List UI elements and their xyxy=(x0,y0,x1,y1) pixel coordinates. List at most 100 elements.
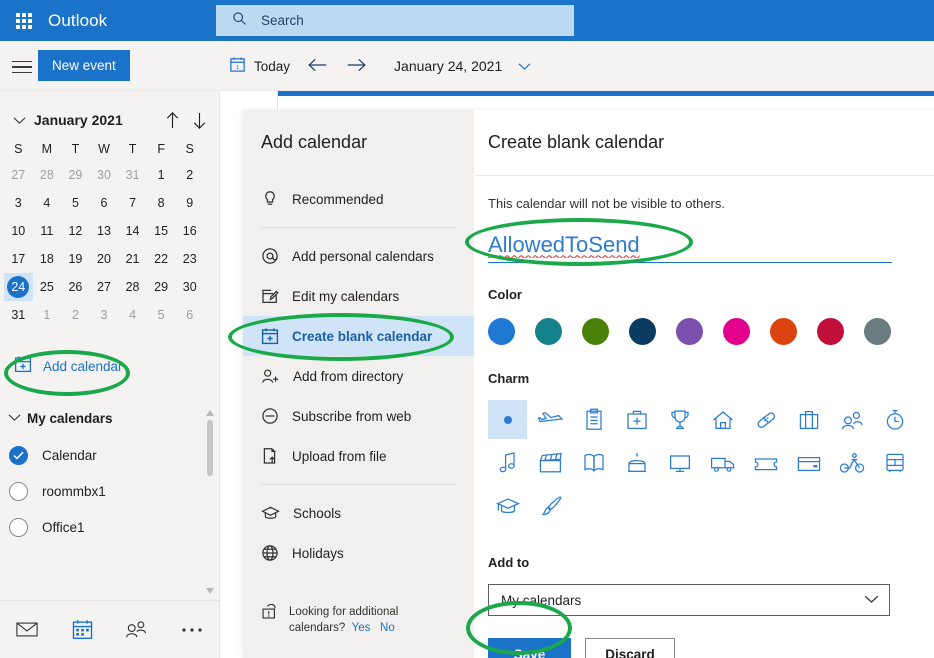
charm-option-briefcase[interactable] xyxy=(789,400,828,439)
hamburger-icon[interactable] xyxy=(6,57,38,77)
datepicker-day[interactable]: 13 xyxy=(90,217,119,245)
today-button[interactable]: 1 Today xyxy=(220,49,299,83)
datepicker-day[interactable]: 6 xyxy=(90,189,119,217)
feedback-yes-link[interactable]: Yes xyxy=(352,622,371,634)
datepicker-day[interactable]: 21 xyxy=(118,245,147,273)
add-to-dropdown[interactable]: My calendars xyxy=(488,584,890,616)
panel-nav-item-upload-from-file[interactable]: Upload from file xyxy=(243,436,474,476)
datepicker-day[interactable]: 7 xyxy=(118,189,147,217)
scrollbar-thumb[interactable] xyxy=(207,420,213,476)
charm-option-music-note[interactable] xyxy=(488,443,527,482)
charm-option-clapperboard[interactable] xyxy=(531,443,570,482)
charm-option-credit-card[interactable] xyxy=(789,443,828,482)
datepicker-day[interactable]: 11 xyxy=(33,217,62,245)
datepicker-day[interactable]: 14 xyxy=(118,217,147,245)
datepicker-day[interactable]: 5 xyxy=(147,301,176,329)
charm-option-cake[interactable] xyxy=(617,443,656,482)
charm-option-airplane[interactable] xyxy=(531,400,570,439)
color-swatch-purple[interactable] xyxy=(676,318,703,345)
datepicker-day-selected[interactable]: 24 xyxy=(4,273,33,301)
scroll-down-arrow-icon[interactable] xyxy=(205,582,215,594)
datepicker-day[interactable]: 15 xyxy=(147,217,176,245)
datepicker-day[interactable]: 18 xyxy=(33,245,62,273)
calendar-list-item[interactable]: roommbx1 xyxy=(0,473,219,509)
datepicker-day[interactable]: 25 xyxy=(33,273,62,301)
calendar-list-item[interactable]: Office1 xyxy=(0,509,219,545)
datepicker-day[interactable]: 28 xyxy=(33,161,62,189)
datepicker-day[interactable]: 29 xyxy=(61,161,90,189)
datepicker-day[interactable]: 20 xyxy=(90,245,119,273)
datepicker-day[interactable]: 17 xyxy=(4,245,33,273)
charm-option-ticket[interactable] xyxy=(746,443,785,482)
datepicker-day[interactable]: 6 xyxy=(175,301,204,329)
datepicker-day[interactable]: 27 xyxy=(4,161,33,189)
arrow-down-icon[interactable] xyxy=(192,111,207,130)
checkbox-unchecked-icon[interactable] xyxy=(9,481,28,501)
charm-option-bus[interactable] xyxy=(875,443,914,482)
datepicker-day[interactable]: 16 xyxy=(175,217,204,245)
charm-option-first-aid-kit[interactable] xyxy=(617,400,656,439)
charm-option-bicycle[interactable] xyxy=(832,443,871,482)
next-period-button[interactable] xyxy=(337,49,375,83)
new-event-button[interactable]: New event xyxy=(38,50,130,81)
datepicker-day[interactable]: 30 xyxy=(175,273,204,301)
charm-option-book[interactable] xyxy=(574,443,613,482)
add-calendar-sidebar-link[interactable]: Add calendar xyxy=(14,351,219,381)
datepicker-day[interactable]: 22 xyxy=(147,245,176,273)
charm-option-people[interactable] xyxy=(832,400,871,439)
arrow-up-icon[interactable] xyxy=(165,111,180,130)
panel-nav-item-edit-my-calendars[interactable]: Edit my calendars xyxy=(243,276,474,316)
datepicker-day[interactable]: 29 xyxy=(147,273,176,301)
panel-nav-item-schools[interactable]: Schools xyxy=(243,493,474,533)
charm-option-home[interactable] xyxy=(703,400,742,439)
save-button[interactable]: Save xyxy=(488,638,571,658)
calendar-list-item[interactable]: Calendar xyxy=(0,437,219,473)
checkbox-checked-icon[interactable] xyxy=(9,445,28,465)
panel-nav-item-recommended[interactable]: Recommended xyxy=(243,179,474,219)
previous-period-button[interactable] xyxy=(299,49,337,83)
charm-option-clipboard[interactable] xyxy=(574,400,613,439)
charm-option-dot[interactable] xyxy=(488,400,527,439)
panel-nav-item-holidays[interactable]: Holidays xyxy=(243,533,474,573)
charm-option-graduation-cap[interactable] xyxy=(488,486,527,525)
datepicker-day[interactable]: 4 xyxy=(118,301,147,329)
calendar-name-input[interactable] xyxy=(488,229,892,263)
color-swatch-gray[interactable] xyxy=(864,318,891,345)
app-launcher-button[interactable] xyxy=(0,0,48,41)
calendar-icon[interactable] xyxy=(55,601,110,658)
datepicker-day[interactable]: 27 xyxy=(90,273,119,301)
charm-option-monitor[interactable] xyxy=(660,443,699,482)
datepicker-day[interactable]: 2 xyxy=(61,301,90,329)
datepicker-day[interactable]: 1 xyxy=(33,301,62,329)
charm-option-timer[interactable] xyxy=(875,400,914,439)
datepicker-day[interactable]: 23 xyxy=(175,245,204,273)
color-swatch-crimson[interactable] xyxy=(817,318,844,345)
datepicker-day[interactable]: 1 xyxy=(147,161,176,189)
sidebar-scrollbar[interactable] xyxy=(204,404,216,594)
datepicker-day[interactable]: 31 xyxy=(118,161,147,189)
datepicker-day[interactable]: 30 xyxy=(90,161,119,189)
datepicker-day[interactable]: 26 xyxy=(61,273,90,301)
date-range-picker-button[interactable]: January 24, 2021 xyxy=(375,49,540,83)
datepicker-day[interactable]: 3 xyxy=(4,189,33,217)
color-swatch-magenta[interactable] xyxy=(723,318,750,345)
datepicker-day[interactable]: 5 xyxy=(61,189,90,217)
datepicker-day[interactable]: 8 xyxy=(147,189,176,217)
datepicker-day[interactable]: 2 xyxy=(175,161,204,189)
datepicker-day[interactable]: 4 xyxy=(33,189,62,217)
charm-option-trophy[interactable] xyxy=(660,400,699,439)
datepicker-day[interactable]: 10 xyxy=(4,217,33,245)
search-input[interactable]: Search xyxy=(216,5,574,36)
charm-option-paintbrush[interactable] xyxy=(531,486,570,525)
color-swatch-blue[interactable] xyxy=(488,318,515,345)
panel-nav-item-subscribe-from-web[interactable]: Subscribe from web xyxy=(243,396,474,436)
color-swatch-teal[interactable] xyxy=(535,318,562,345)
panel-nav-item-create-blank-calendar[interactable]: Create blank calendar xyxy=(243,316,474,356)
more-icon[interactable] xyxy=(164,601,219,658)
color-swatch-orange[interactable] xyxy=(770,318,797,345)
feedback-no-link[interactable]: No xyxy=(380,622,395,634)
color-swatch-green[interactable] xyxy=(582,318,609,345)
chevron-down-icon[interactable] xyxy=(8,116,30,125)
my-calendars-group-header[interactable]: My calendars xyxy=(8,403,219,433)
discard-button[interactable]: Discard xyxy=(585,638,675,658)
